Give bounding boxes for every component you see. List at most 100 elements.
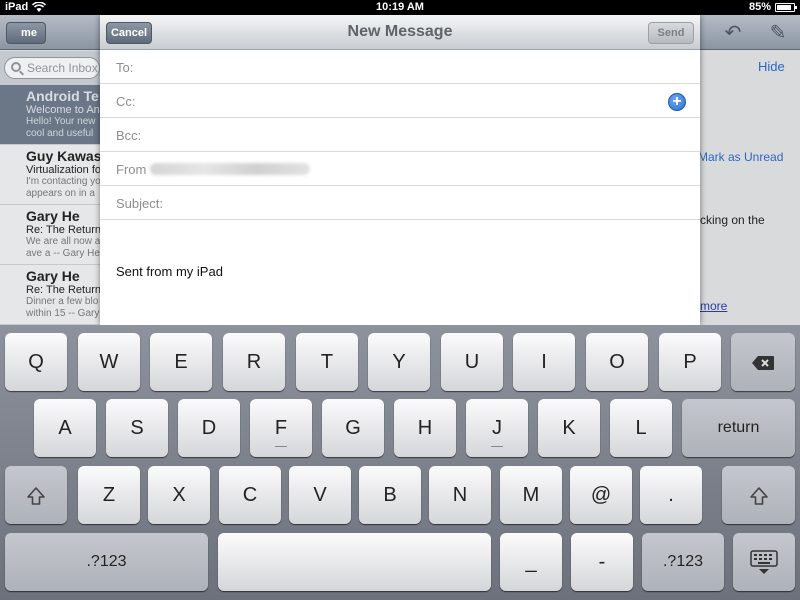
message-preview: Dinner a few blo	[26, 296, 99, 307]
key-h[interactable]: H	[394, 399, 456, 457]
send-button[interactable]: Send	[648, 22, 694, 44]
key-g[interactable]: G	[322, 399, 384, 457]
clock: 10:19 AM	[376, 1, 424, 13]
subject-field[interactable]: Subject:	[100, 186, 700, 220]
message-preview: ave a -- Gary He	[26, 248, 100, 259]
key-i[interactable]: I	[513, 333, 575, 391]
key-v[interactable]: V	[289, 466, 351, 524]
hide-keyboard-key[interactable]	[733, 533, 795, 591]
key-underscore[interactable]: _	[500, 533, 562, 591]
search-input[interactable]: Search Inbox	[4, 57, 100, 79]
from-label: From	[116, 162, 147, 177]
key-e[interactable]: E	[150, 333, 212, 391]
key-q[interactable]: Q	[5, 333, 67, 391]
message-subject: Virtualization fo	[26, 164, 100, 176]
bcc-label: Bcc:	[116, 128, 142, 143]
compose-icon[interactable]: ✎	[765, 21, 791, 45]
shift-key-right[interactable]	[722, 466, 795, 524]
key-o[interactable]: O	[586, 333, 648, 391]
from-address-redacted	[150, 163, 310, 175]
key-w[interactable]: W	[78, 333, 140, 391]
key-p[interactable]: P	[659, 333, 721, 391]
from-field[interactable]: From	[100, 152, 700, 186]
bcc-field[interactable]: Bcc:	[100, 118, 700, 152]
message-preview: cool and useful	[26, 128, 94, 139]
to-field[interactable]: To:	[100, 50, 700, 84]
return-key[interactable]: return	[682, 399, 795, 457]
compose-title: New Message	[347, 23, 453, 40]
message-body[interactable]: Sent from my iPad	[116, 264, 223, 279]
key-t[interactable]: T	[296, 333, 358, 391]
shift-icon	[749, 486, 768, 505]
message-preview: Hello! Your new	[26, 116, 96, 127]
compose-sheet: Cancel New Message Send To: Cc: + Bcc: F…	[100, 15, 700, 325]
battery-icon	[775, 2, 797, 12]
key-a[interactable]: A	[34, 399, 96, 457]
message-preview: We are all now a	[26, 236, 100, 247]
space-bar[interactable]	[218, 533, 491, 591]
home-row-marker	[275, 446, 287, 447]
numbers-key-right[interactable]: .?123	[642, 533, 724, 591]
search-placeholder: Search Inbox	[27, 61, 98, 75]
message-sender: Gary He	[26, 268, 80, 284]
list-item[interactable]: Guy Kawas Virtualization fo I'm contacti…	[0, 145, 100, 205]
message-sender: Android Te	[26, 88, 99, 104]
key-u[interactable]: U	[441, 333, 503, 391]
key-d[interactable]: D	[178, 399, 240, 457]
key-c[interactable]: C	[219, 466, 281, 524]
message-preview: I'm contacting yo	[26, 176, 100, 187]
key-j-label: J	[492, 417, 502, 439]
search-icon	[11, 62, 21, 72]
key-b[interactable]: B	[359, 466, 421, 524]
numbers-key-left[interactable]: .?123	[5, 533, 208, 591]
subject-label: Subject:	[116, 196, 163, 211]
key-l[interactable]: L	[610, 399, 672, 457]
status-bar: iPad 10:19 AM 85%	[0, 0, 800, 15]
key-period[interactable]: .	[640, 466, 702, 524]
key-at[interactable]: @	[570, 466, 632, 524]
add-contact-icon[interactable]: +	[668, 93, 686, 111]
cc-field[interactable]: Cc: +	[100, 84, 700, 118]
key-s[interactable]: S	[106, 399, 168, 457]
keyboard: Q W E R T Y U I O P A S D F G H J K L re…	[0, 325, 800, 600]
message-preview: appears on in a	[26, 188, 95, 199]
back-button[interactable]: me	[6, 22, 46, 44]
key-x[interactable]: X	[148, 466, 210, 524]
list-item[interactable]: Gary He Re: The Return Dinner a few blo …	[0, 265, 100, 325]
list-item[interactable]: Android Te Welcome to An Hello! Your new…	[0, 85, 100, 145]
key-m[interactable]: M	[500, 466, 562, 524]
key-z[interactable]: Z	[78, 466, 140, 524]
key-dash[interactable]: -	[571, 533, 633, 591]
key-r[interactable]: R	[223, 333, 285, 391]
message-sender: Gary He	[26, 208, 80, 224]
battery-percent: 85%	[748, 1, 771, 13]
key-f-label: F	[274, 417, 288, 439]
backspace-key[interactable]	[731, 333, 795, 391]
compose-toolbar: Cancel New Message Send	[100, 15, 700, 50]
message-subject: Re: The Return	[26, 284, 100, 296]
hide-keyboard-icon	[750, 549, 778, 574]
inbox-list: Android Te Welcome to An Hello! Your new…	[0, 85, 100, 325]
search-row: Search Inbox	[0, 51, 100, 85]
message-subject: Re: The Return	[26, 224, 100, 236]
message-sender: Guy Kawas	[26, 148, 100, 164]
message-preview: within 15 -- Gary	[26, 308, 100, 319]
more-link[interactable]: more	[700, 299, 727, 313]
message-subject: Welcome to An	[26, 104, 100, 116]
key-f[interactable]: F	[250, 399, 312, 457]
list-item[interactable]: Gary He Re: The Return We are all now a …	[0, 205, 100, 265]
backspace-icon	[752, 355, 774, 370]
key-y[interactable]: Y	[368, 333, 430, 391]
hide-button[interactable]: Hide	[758, 59, 785, 74]
home-row-marker	[491, 446, 503, 447]
mark-as-unread-link[interactable]: Mark as Unread	[698, 150, 783, 164]
shift-icon	[27, 486, 45, 505]
cc-label: Cc:	[116, 94, 136, 109]
to-label: To:	[116, 60, 134, 75]
key-n[interactable]: N	[429, 466, 491, 524]
key-j[interactable]: J	[466, 399, 528, 457]
key-k[interactable]: K	[538, 399, 600, 457]
reply-icon[interactable]: ↶	[720, 21, 746, 45]
message-body-snippet: cking on the	[700, 213, 765, 227]
shift-key-left[interactable]	[5, 466, 67, 524]
